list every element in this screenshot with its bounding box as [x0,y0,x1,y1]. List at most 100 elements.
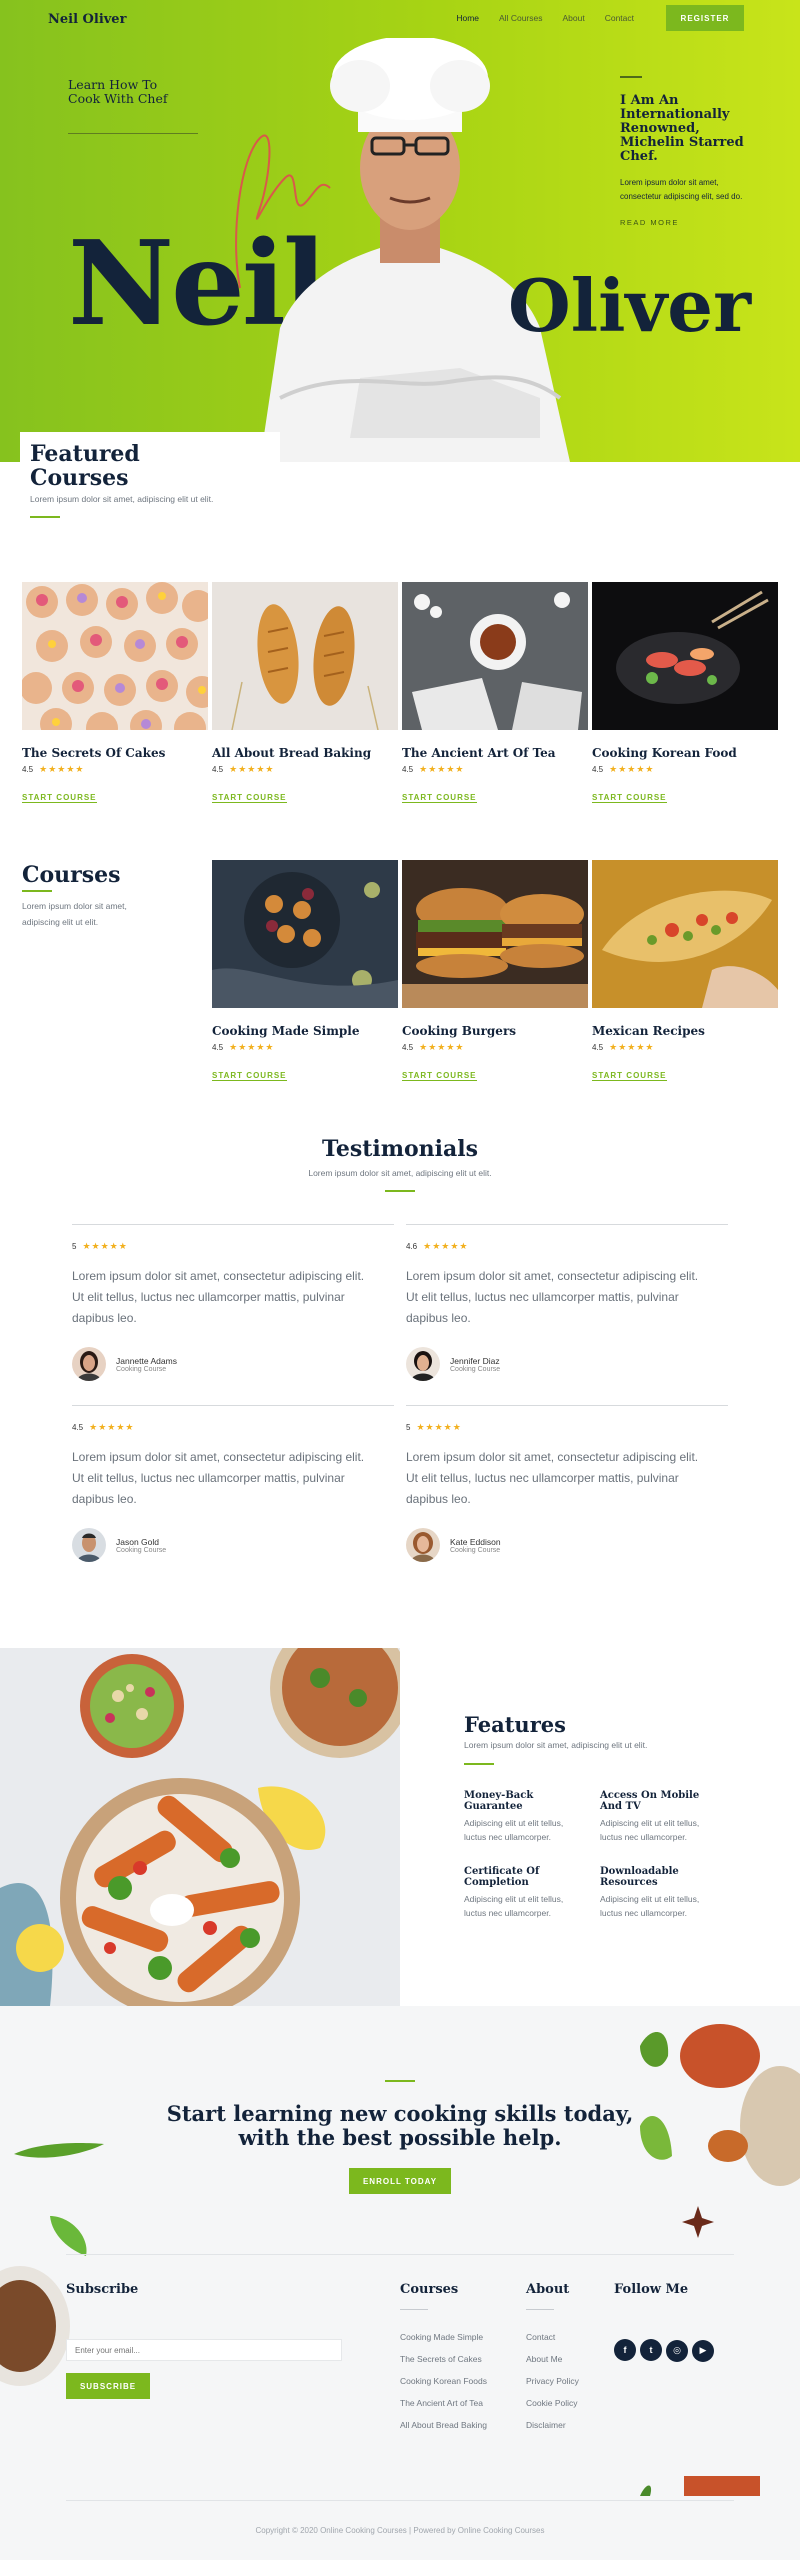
rating-value: 4.5 [402,765,414,774]
testimonial-card: 5 ★★★★★ Lorem ipsum dolor sit amet, conse… [72,1224,394,1381]
course-card[interactable]: All About Bread Baking 4.5 ★★★★★ START CO… [212,582,398,805]
subscribe-button[interactable]: SUBSCRIBE [66,2373,150,2399]
course-card[interactable]: Cooking Made Simple 4.5 ★★★★★ START COURS… [212,860,398,1083]
footer-link[interactable]: The Secrets of Cakes [400,2348,487,2370]
course-image-tea[interactable] [402,582,588,730]
testimonial-author: Jason Gold Cooking Course [72,1528,394,1562]
author-role: Cooking Course [450,1365,501,1373]
hero-section: Neil Oliver Home All Courses About Conta… [0,0,800,462]
footer-link[interactable]: Contact [526,2326,579,2348]
course-card[interactable]: Mexican Recipes 4.5 ★★★★★ START COURSE [592,860,778,1083]
facebook-icon[interactable]: f [614,2339,636,2361]
chef-portrait [260,38,570,462]
featured-underline [30,516,60,518]
enroll-button[interactable]: ENROLL TODAY [349,2168,451,2194]
avatar [406,1347,440,1381]
social-icons: f t ◎ ▶ [614,2339,718,2362]
author-name: Jennifer Diaz [450,1355,500,1366]
course-rating: 4.5 ★★★★★ [212,764,398,775]
course-rating: 4.5 ★★★★★ [592,764,778,775]
testimonial-rating: 5 ★★★★★ [406,1422,728,1433]
feature-text: Adipiscing elit ut elit tellus, luctus n… [464,1894,564,1918]
testimonials-underline [385,1190,415,1192]
feature-certificate: Certificate Of Completion Adipiscing eli… [464,1866,584,1920]
course-image-cakes[interactable] [22,582,208,730]
course-title[interactable]: The Secrets Of Cakes [22,746,208,760]
course-card[interactable]: The Secrets Of Cakes 4.5 ★★★★★ START COUR… [22,582,208,805]
features-underline [464,1763,494,1765]
course-card[interactable]: The Ancient Art Of Tea 4.5 ★★★★★ START CO… [402,582,588,805]
cta-top-line [385,2080,415,2082]
feature-text: Adipiscing elit ut elit tellus, luctus n… [464,1818,564,1842]
footer-link[interactable]: About Me [526,2348,579,2370]
twitter-icon[interactable]: t [640,2339,662,2361]
course-image-burgers[interactable] [402,860,588,1008]
course-rating: 4.5 ★★★★★ [402,1042,588,1053]
author-role: Cooking Course [450,1546,501,1554]
testimonial-author: Kate Eddison Cooking Course [406,1528,728,1562]
course-image-bread[interactable] [212,582,398,730]
email-field[interactable] [66,2339,342,2361]
read-more-link[interactable]: READ MORE [620,218,750,227]
course-title[interactable]: Cooking Burgers [402,1024,588,1038]
youtube-icon[interactable]: ▶ [692,2339,714,2362]
footer-link[interactable]: Cooking Korean Foods [400,2370,487,2392]
cta-headline: Start learning new cooking skills today,… [166,2101,634,2150]
star-rating-icon: ★★★★★ [609,764,655,774]
copyright-text: Copyright © 2020 Online Cooking Courses … [255,2526,545,2535]
course-rating: 4.5 ★★★★★ [212,1042,398,1053]
nav-home[interactable]: Home [456,13,479,23]
footer-col-line [526,2309,554,2310]
start-course-link[interactable]: START COURSE [212,1071,287,1081]
start-course-link[interactable]: START COURSE [402,1071,477,1081]
nav-about[interactable]: About [562,13,584,23]
course-card[interactable]: Cooking Korean Food 4.5 ★★★★★ START COURS… [592,582,778,805]
footer-link[interactable]: Disclaimer [526,2414,579,2436]
start-course-link[interactable]: START COURSE [402,793,477,803]
testimonial-quote: Lorem ipsum dolor sit amet, consectetur … [406,1269,699,1325]
course-title[interactable]: The Ancient Art Of Tea [402,746,588,760]
feature-mobile-tv: Access On Mobile And TV Adipiscing elit … [600,1790,720,1844]
star-rating-icon: ★★★★★ [229,764,275,774]
footer-link[interactable]: The Ancient Art of Tea [400,2392,487,2414]
rating-value: 4.5 [22,765,34,774]
footer-link[interactable]: Cookie Policy [526,2392,579,2414]
intro-dash [620,76,642,78]
course-title[interactable]: Cooking Korean Food [592,746,778,760]
footer-link[interactable]: Privacy Policy [526,2370,579,2392]
feature-title: Access On Mobile And TV [600,1790,700,1812]
footer-link[interactable]: Cooking Made Simple [400,2326,487,2348]
course-card[interactable]: Cooking Burgers 4.5 ★★★★★ START COURSE [402,860,588,1083]
start-course-link[interactable]: START COURSE [212,793,287,803]
start-course-link[interactable]: START COURSE [592,793,667,803]
testimonial-quote: Lorem ipsum dolor sit amet, consectetur … [72,1450,365,1506]
features-food-image [0,1648,400,2006]
footer-subscribe: Subscribe SUBSCRIBE [66,2282,342,2399]
register-button[interactable]: REGISTER [666,5,744,31]
avatar [406,1528,440,1562]
nav-all-courses[interactable]: All Courses [499,13,542,23]
course-title[interactable]: Mexican Recipes [592,1024,778,1038]
course-title[interactable]: All About Bread Baking [212,746,398,760]
instagram-icon[interactable]: ◎ [666,2339,688,2362]
star-rating-icon: ★★★★★ [423,1241,469,1251]
course-title[interactable]: Cooking Made Simple [212,1024,398,1038]
course-image-mexican[interactable] [592,860,778,1008]
course-image-korean[interactable] [592,582,778,730]
intro-text: Lorem ipsum dolor sit amet, consectetur … [620,178,743,201]
brand-logo[interactable]: Neil Oliver [48,12,126,27]
rating-value: 4.5 [212,765,224,774]
avatar [72,1347,106,1381]
hero-intro: I Am An Internationally Renowned, Michel… [620,76,750,227]
cta-footer-section: Start learning new cooking skills today,… [0,2006,800,2560]
nav-contact[interactable]: Contact [605,13,634,23]
rating-value: 4.6 [406,1242,418,1251]
footer-col-line [400,2309,428,2310]
course-image-simple[interactable] [212,860,398,1008]
footer-link[interactable]: All About Bread Baking [400,2414,487,2436]
start-course-link[interactable]: START COURSE [592,1071,667,1081]
author-name: Jason Gold [116,1536,159,1547]
start-course-link[interactable]: START COURSE [22,793,97,803]
copyright-divider [66,2500,734,2501]
testimonials-subtitle: Lorem ipsum dolor sit amet, adipiscing e… [308,1168,492,1178]
